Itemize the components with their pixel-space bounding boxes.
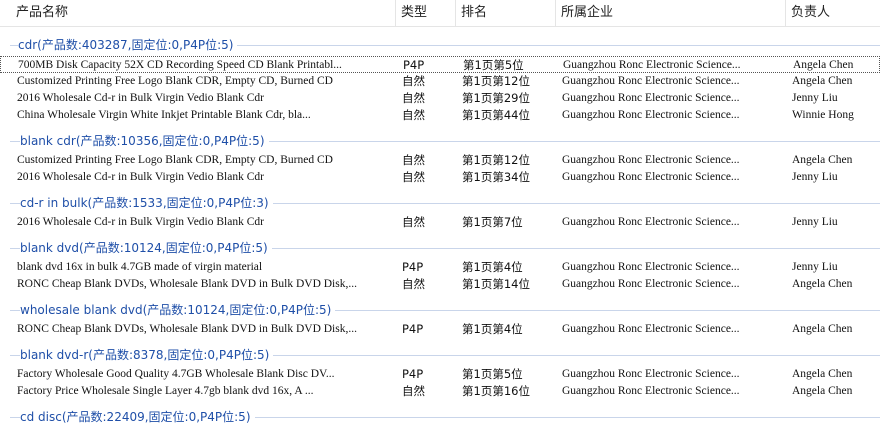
cell-company: Guangzhou Ronc Electronic Science... (562, 385, 740, 397)
group-label: blank dvd(产品数:10124,固定位:0,P4P位:5) (20, 240, 272, 256)
cell-company: Guangzhou Ronc Electronic Science... (562, 154, 740, 166)
group-label: wholesale blank dvd(产品数:10124,固定位:0,P4P位… (20, 302, 336, 318)
cell-rank: 第1页第14位 (462, 277, 530, 291)
column-header-product-name[interactable]: 产品名称 (10, 0, 395, 26)
cell-type: P4P (402, 260, 424, 274)
group-header[interactable]: blank dvd(产品数:10124,固定位:0,P4P位:5) (0, 239, 880, 257)
cell-owner: Jenny Liu (792, 92, 838, 104)
cell-owner: Angela Chen (792, 368, 853, 380)
group-label: cd-r in bulk(产品数:1533,固定位:0,P4P位:3) (20, 195, 273, 211)
cell-type: 自然 (402, 170, 425, 184)
cell-rank: 第1页第12位 (462, 153, 530, 167)
cell-type: 自然 (402, 91, 425, 105)
cell-company: Guangzhou Ronc Electronic Science... (562, 92, 740, 104)
column-header-owner[interactable]: 负责人 (785, 0, 880, 26)
cell-rank: 第1页第5位 (463, 58, 524, 72)
group-header[interactable]: wholesale blank dvd(产品数:10124,固定位:0,P4P位… (0, 301, 880, 319)
cell-rank: 第1页第4位 (462, 260, 523, 274)
column-header-type[interactable]: 类型 (395, 0, 455, 26)
cell-type: 自然 (402, 277, 425, 291)
cell-company: Guangzhou Ronc Electronic Science... (562, 261, 740, 273)
cell-product-name: Customized Printing Free Logo Blank CDR,… (17, 154, 333, 166)
table-row[interactable]: 2016 Wholesale Cd-r in Bulk Virgin Vedio… (0, 169, 880, 186)
column-header-rank[interactable]: 排名 (455, 0, 555, 26)
table-row[interactable]: China Wholesale Virgin White Inkjet Prin… (0, 107, 880, 124)
cell-company: Guangzhou Ronc Electronic Science... (562, 278, 740, 290)
cell-type: 自然 (402, 108, 425, 122)
cell-type: 自然 (402, 74, 425, 88)
cell-rank: 第1页第5位 (462, 367, 523, 381)
cell-company: Guangzhou Ronc Electronic Science... (562, 368, 740, 380)
cell-product-name: RONC Cheap Blank DVDs, Wholesale Blank D… (17, 278, 357, 290)
cell-owner: Angela Chen (792, 75, 853, 87)
table-row[interactable]: RONC Cheap Blank DVDs, Wholesale Blank D… (0, 276, 880, 293)
cell-product-name: RONC Cheap Blank DVDs, Wholesale Blank D… (17, 323, 357, 335)
cell-product-name: 2016 Wholesale Cd-r in Bulk Virgin Vedio… (17, 171, 264, 183)
cell-rank: 第1页第44位 (462, 108, 530, 122)
group-label: cdr(产品数:403287,固定位:0,P4P位:5) (18, 37, 238, 53)
cell-company: Guangzhou Ronc Electronic Science... (562, 216, 740, 228)
table-row[interactable]: 2016 Wholesale Cd-r in Bulk Virgin Vedio… (0, 214, 880, 231)
cell-product-name: Factory Price Wholesale Single Layer 4.7… (17, 385, 314, 397)
cell-type: 自然 (402, 153, 425, 167)
group-label: cd disc(产品数:22409,固定位:0,P4P位:5) (20, 409, 255, 425)
cell-rank: 第1页第34位 (462, 170, 530, 184)
group-header[interactable]: blank dvd-r(产品数:8378,固定位:0,P4P位:5) (0, 346, 880, 364)
cell-product-name: Factory Wholesale Good Quality 4.7GB Who… (17, 368, 335, 380)
cell-product-name: 2016 Wholesale Cd-r in Bulk Virgin Vedio… (17, 216, 264, 228)
cell-rank: 第1页第16位 (462, 384, 530, 398)
cell-owner: Jenny Liu (792, 216, 838, 228)
cell-rank: 第1页第7位 (462, 215, 523, 229)
table-row[interactable]: Customized Printing Free Logo Blank CDR,… (0, 152, 880, 169)
cell-owner: Angela Chen (792, 278, 853, 290)
cell-product-name: 700MB Disk Capacity 52X CD Recording Spe… (18, 59, 342, 71)
cell-rank: 第1页第29位 (462, 91, 530, 105)
cell-owner: Jenny Liu (792, 261, 838, 273)
cell-owner: Angela Chen (792, 385, 853, 397)
cell-owner: Angela Chen (792, 154, 853, 166)
cell-owner: Jenny Liu (792, 171, 838, 183)
cell-company: Guangzhou Ronc Electronic Science... (562, 75, 740, 87)
group-header[interactable]: cd disc(产品数:22409,固定位:0,P4P位:5) (0, 408, 880, 426)
cell-company: Guangzhou Ronc Electronic Science... (562, 109, 740, 121)
table-row[interactable]: Factory Price Wholesale Single Layer 4.7… (0, 383, 880, 400)
cell-owner: Winnie Hong (792, 109, 854, 121)
group-label: blank dvd-r(产品数:8378,固定位:0,P4P位:5) (20, 347, 274, 363)
cell-type: P4P (402, 367, 424, 381)
group-header[interactable]: blank cdr(产品数:10356,固定位:0,P4P位:5) (0, 132, 880, 150)
table-row[interactable]: 700MB Disk Capacity 52X CD Recording Spe… (0, 56, 880, 73)
cell-type: 自然 (402, 384, 425, 398)
group-header[interactable]: cdr(产品数:403287,固定位:0,P4P位:5) (0, 36, 880, 54)
cell-product-name: 2016 Wholesale Cd-r in Bulk Virgin Vedio… (17, 92, 264, 104)
table-row[interactable]: RONC Cheap Blank DVDs, Wholesale Blank D… (0, 321, 880, 338)
cell-product-name: Customized Printing Free Logo Blank CDR,… (17, 75, 333, 87)
cell-rank: 第1页第4位 (462, 322, 523, 336)
cell-company: Guangzhou Ronc Electronic Science... (563, 59, 741, 71)
ranking-list: 产品名称 类型 排名 所属企业 负责人 cdr(产品数:403287,固定位:0… (0, 0, 880, 426)
table-row[interactable]: 2016 Wholesale Cd-r in Bulk Virgin Vedio… (0, 90, 880, 107)
cell-product-name: China Wholesale Virgin White Inkjet Prin… (17, 109, 311, 121)
group-label: blank cdr(产品数:10356,固定位:0,P4P位:5) (20, 133, 269, 149)
cell-company: Guangzhou Ronc Electronic Science... (562, 171, 740, 183)
cell-owner: Angela Chen (793, 59, 854, 71)
cell-type: P4P (403, 58, 425, 72)
cell-type: 自然 (402, 215, 425, 229)
list-header: 产品名称 类型 排名 所属企业 负责人 (0, 0, 880, 27)
table-row[interactable]: blank dvd 16x in bulk 4.7GB made of virg… (0, 259, 880, 276)
cell-company: Guangzhou Ronc Electronic Science... (562, 323, 740, 335)
cell-type: P4P (402, 322, 424, 336)
cell-owner: Angela Chen (792, 323, 853, 335)
cell-rank: 第1页第12位 (462, 74, 530, 88)
group-header[interactable]: cd-r in bulk(产品数:1533,固定位:0,P4P位:3) (0, 194, 880, 212)
table-row[interactable]: Customized Printing Free Logo Blank CDR,… (0, 73, 880, 90)
table-row[interactable]: Factory Wholesale Good Quality 4.7GB Who… (0, 366, 880, 383)
cell-product-name: blank dvd 16x in bulk 4.7GB made of virg… (17, 261, 263, 273)
column-header-company[interactable]: 所属企业 (555, 0, 785, 26)
